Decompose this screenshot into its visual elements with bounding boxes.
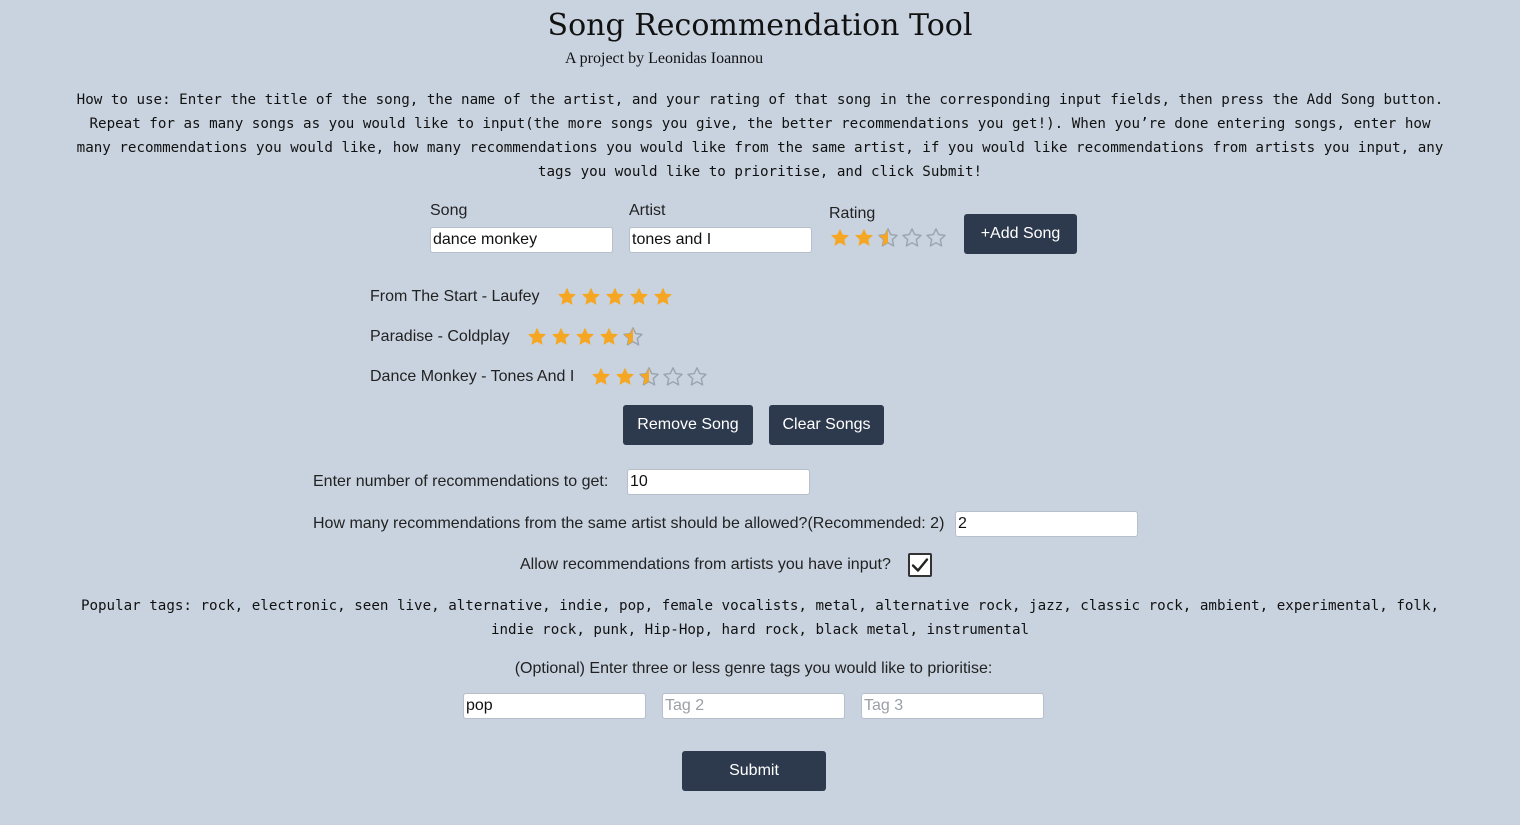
artist-label: Artist bbox=[629, 202, 666, 219]
list-item: From The Start - Laufey bbox=[370, 284, 674, 310]
song-item-label: Dance Monkey - Tones And I bbox=[370, 368, 575, 385]
same-artist-input[interactable] bbox=[955, 511, 1138, 537]
song-label: Song bbox=[430, 202, 468, 219]
star-icon[interactable] bbox=[662, 366, 684, 388]
song-item-rating[interactable] bbox=[556, 286, 674, 308]
rating-input-stars[interactable] bbox=[829, 227, 947, 249]
song-item-rating[interactable] bbox=[590, 366, 708, 388]
star-icon[interactable] bbox=[925, 227, 947, 249]
same-artist-label: How many recommendations from the same a… bbox=[313, 515, 945, 532]
clear-songs-button[interactable]: Clear Songs bbox=[769, 405, 884, 445]
num-recs-label: Enter number of recommendations to get: bbox=[313, 473, 609, 490]
star-icon[interactable] bbox=[598, 326, 620, 348]
star-icon[interactable] bbox=[638, 366, 660, 388]
star-icon[interactable] bbox=[580, 286, 602, 308]
allow-input-artists-label: Allow recommendations from artists you h… bbox=[520, 556, 891, 573]
list-item: Dance Monkey - Tones And I bbox=[370, 364, 708, 390]
star-icon[interactable] bbox=[526, 326, 548, 348]
remove-song-button[interactable]: Remove Song bbox=[623, 405, 753, 445]
list-item: Paradise - Coldplay bbox=[370, 324, 644, 350]
song-item-rating[interactable] bbox=[526, 326, 644, 348]
star-icon[interactable] bbox=[853, 227, 875, 249]
star-icon[interactable] bbox=[686, 366, 708, 388]
tag-1-input[interactable] bbox=[463, 693, 646, 719]
star-icon[interactable] bbox=[550, 326, 572, 348]
star-icon[interactable] bbox=[829, 227, 851, 249]
instructions-text: How to use: Enter the title of the song,… bbox=[76, 92, 1444, 180]
star-icon[interactable] bbox=[614, 366, 636, 388]
allow-input-artists-checkbox[interactable] bbox=[908, 553, 932, 577]
song-item-label: Paradise - Coldplay bbox=[370, 328, 510, 345]
tag-2-input[interactable] bbox=[662, 693, 845, 719]
page: Song Recommendation Tool A project by Le… bbox=[0, 0, 1520, 825]
star-icon[interactable] bbox=[901, 227, 923, 249]
star-icon[interactable] bbox=[652, 286, 674, 308]
tags-prompt: (Optional) Enter three or less genre tag… bbox=[514, 660, 993, 677]
popular-tags-text: Popular tags: rock, electronic, seen liv… bbox=[80, 598, 1440, 638]
star-icon[interactable] bbox=[590, 366, 612, 388]
song-input[interactable] bbox=[430, 227, 613, 253]
star-icon[interactable] bbox=[604, 286, 626, 308]
submit-button[interactable]: Submit bbox=[682, 751, 826, 791]
page-title: Song Recommendation Tool bbox=[547, 8, 973, 43]
page-subtitle: A project by Leonidas Ioannou bbox=[565, 50, 764, 67]
star-icon[interactable] bbox=[877, 227, 899, 249]
check-icon bbox=[911, 558, 929, 572]
star-icon[interactable] bbox=[574, 326, 596, 348]
artist-input[interactable] bbox=[629, 227, 812, 253]
star-icon[interactable] bbox=[622, 326, 644, 348]
star-icon[interactable] bbox=[556, 286, 578, 308]
star-icon[interactable] bbox=[628, 286, 650, 308]
song-item-label: From The Start - Laufey bbox=[370, 288, 540, 305]
rating-label: Rating bbox=[829, 205, 876, 222]
add-song-button[interactable]: +Add Song bbox=[964, 214, 1077, 254]
num-recs-input[interactable] bbox=[627, 469, 810, 495]
tag-3-input[interactable] bbox=[861, 693, 1044, 719]
